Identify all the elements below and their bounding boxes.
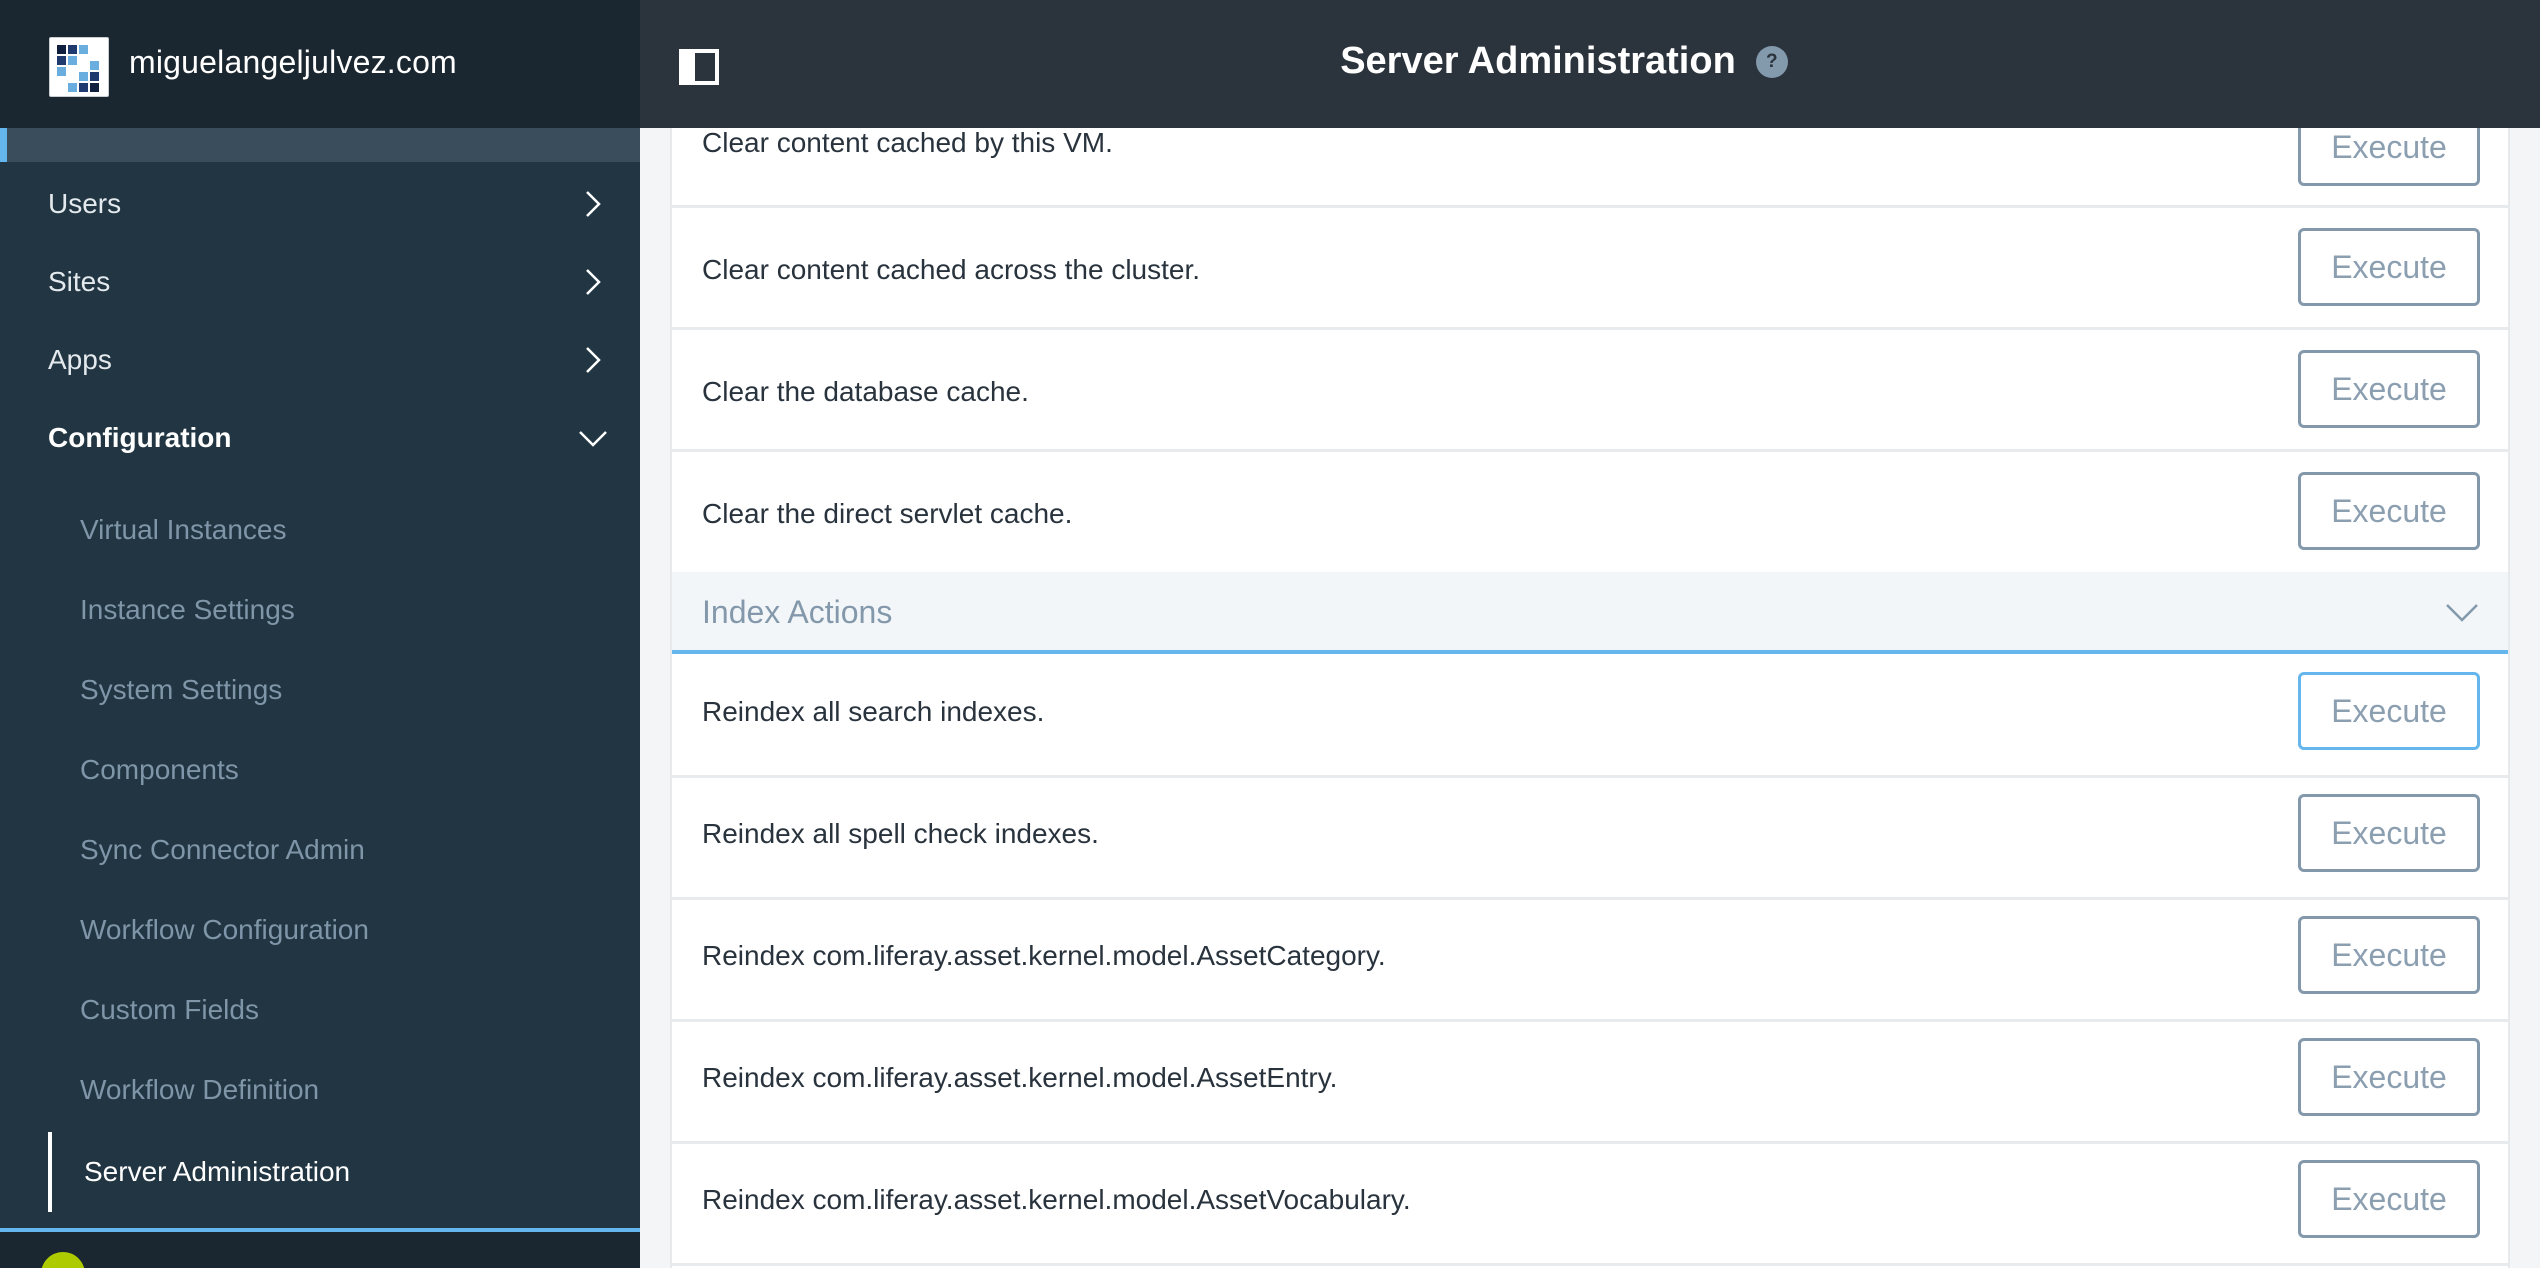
action-description: Clear content cached across the cluster.: [702, 254, 1201, 285]
page-title: Server Administration ?: [640, 40, 2540, 83]
sidebar-section-apps[interactable]: Apps: [0, 321, 640, 399]
sidebar-item-custom-fields[interactable]: Custom Fields: [0, 970, 640, 1050]
section-title: Index Actions: [702, 594, 893, 630]
index-actions-section-header[interactable]: Index Actions: [672, 572, 2508, 654]
chevron-right-icon: [586, 269, 601, 295]
sidebar-item-label: Virtual Instances: [80, 514, 287, 545]
sidebar-item-instance-settings[interactable]: Instance Settings: [0, 570, 640, 650]
action-row: Reindex all search indexes. Execute: [672, 656, 2508, 778]
chevron-down-icon: [2446, 604, 2478, 622]
action-row: Clear content cached across the cluster.…: [672, 208, 2508, 330]
sidebar-item-label: Custom Fields: [80, 994, 259, 1025]
action-row: Clear the direct servlet cache. Execute: [672, 452, 2508, 574]
sidebar-item-virtual-instances[interactable]: Virtual Instances: [0, 490, 640, 570]
execute-button[interactable]: Execute: [2298, 672, 2480, 750]
action-description: Clear the direct servlet cache.: [702, 498, 1073, 529]
sidebar-item-sync-connector-admin[interactable]: Sync Connector Admin: [0, 810, 640, 890]
sidebar-item-components[interactable]: Components: [0, 730, 640, 810]
action-description: Clear the database cache.: [702, 376, 1029, 407]
top-header: Server Administration ?: [640, 0, 2540, 128]
action-description: Reindex all search indexes.: [702, 696, 1045, 727]
sidebar-section-label: Apps: [48, 344, 112, 375]
site-logo-icon[interactable]: [49, 37, 109, 97]
sidebar-item-label: Components: [80, 754, 239, 785]
active-panel-strip[interactable]: [0, 128, 640, 162]
action-row: Clear the database cache. Execute: [672, 330, 2508, 452]
sidebar-item-label: Sync Connector Admin: [80, 834, 365, 865]
execute-button[interactable]: Execute: [2298, 1038, 2480, 1116]
chevron-right-icon: [586, 347, 601, 373]
sidebar-section-label: Users: [48, 188, 122, 219]
sidebar-section-configuration[interactable]: Configuration: [0, 399, 640, 477]
sidebar-item-label: Server Administration: [84, 1156, 351, 1187]
server-admin-panel: Clear content cached by this VM. Execute…: [670, 100, 2510, 1268]
sidebar: miguelangeljulvez.com Users Sites Apps C…: [0, 0, 640, 1268]
action-description: Reindex all spell check indexes.: [702, 818, 1099, 849]
sidebar-section-label: Configuration: [48, 422, 232, 453]
action-row: Reindex com.liferay.asset.kernel.model.A…: [672, 900, 2508, 1022]
execute-button[interactable]: Execute: [2298, 228, 2480, 306]
sidebar-section-users[interactable]: Users: [0, 165, 640, 243]
site-name[interactable]: miguelangeljulvez.com: [129, 44, 457, 81]
execute-button[interactable]: Execute: [2298, 794, 2480, 872]
sidebar-item-label: System Settings: [80, 674, 283, 705]
user-avatar[interactable]: [41, 1252, 85, 1268]
action-description: Reindex com.liferay.asset.kernel.model.A…: [702, 1184, 1411, 1215]
action-row: Reindex all spell check indexes. Execute: [672, 778, 2508, 900]
chevron-right-icon: [586, 191, 601, 217]
sidebar-section-label: Sites: [48, 266, 111, 297]
sidebar-item-label: Workflow Definition: [80, 1074, 320, 1105]
active-indicator: [0, 128, 7, 162]
sidebar-item-system-settings[interactable]: System Settings: [0, 650, 640, 730]
action-description: Reindex com.liferay.asset.kernel.model.A…: [702, 940, 1386, 971]
execute-button[interactable]: Execute: [2298, 1160, 2480, 1238]
active-item-indicator: [48, 1132, 52, 1212]
execute-button[interactable]: Execute: [2298, 472, 2480, 550]
sidebar-item-label: Instance Settings: [80, 594, 295, 625]
sidebar-footer: [0, 1232, 640, 1268]
sidebar-section-sites[interactable]: Sites: [0, 243, 640, 321]
action-description: Clear content cached by this VM.: [702, 127, 1113, 158]
sidebar-item-workflow-definition[interactable]: Workflow Definition: [0, 1050, 640, 1130]
action-row: Reindex com.liferay.asset.kernel.model.A…: [672, 1144, 2508, 1266]
sidebar-item-server-administration[interactable]: Server Administration: [0, 1132, 640, 1212]
execute-button[interactable]: Execute: [2298, 350, 2480, 428]
page-title-text: Server Administration: [1340, 40, 1736, 82]
brand-header: miguelangeljulvez.com: [0, 0, 640, 128]
action-row: Reindex com.liferay.asset.kernel.model.A…: [672, 1022, 2508, 1144]
sidebar-item-workflow-configuration[interactable]: Workflow Configuration: [0, 890, 640, 970]
chevron-down-icon: [579, 431, 607, 447]
sidebar-item-label: Workflow Configuration: [80, 914, 369, 945]
action-description: Reindex com.liferay.asset.kernel.model.A…: [702, 1062, 1338, 1093]
execute-button[interactable]: Execute: [2298, 916, 2480, 994]
help-icon[interactable]: ?: [1755, 45, 1788, 78]
